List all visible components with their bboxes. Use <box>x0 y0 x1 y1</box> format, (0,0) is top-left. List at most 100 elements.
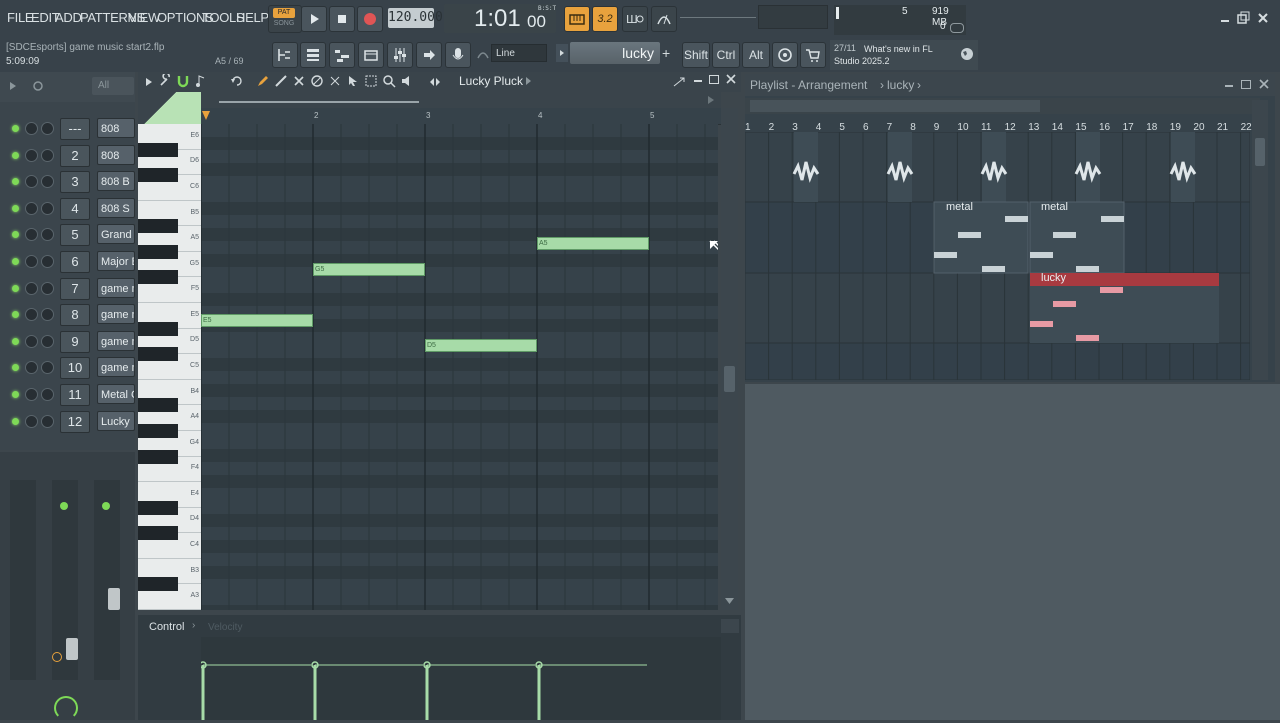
metronome-button[interactable] <box>651 6 677 32</box>
piano-keyboard[interactable]: E6 D6 C6 B5 A5 G5 F5 E5 D5 C5 B4 A4 G4 F4 E4 D4 C4 B3 A3 <box>138 124 201 610</box>
channel-row[interactable]: --- 808 <box>0 116 135 142</box>
channel-name-button[interactable]: 808 S <box>97 197 135 218</box>
clip-label-metal-1[interactable]: metal <box>946 201 973 213</box>
channel-row[interactable]: 7 game m <box>0 276 135 302</box>
stop-button[interactable] <box>329 6 355 32</box>
caret-right-icon[interactable] <box>8 81 18 91</box>
piano-black-key[interactable] <box>138 219 178 234</box>
mixer-knob[interactable] <box>54 696 78 720</box>
store-button[interactable] <box>800 42 826 68</box>
channel-volume-knob[interactable] <box>25 361 38 375</box>
playlist-overview[interactable] <box>745 98 1260 114</box>
piano-roll-button[interactable] <box>329 42 355 68</box>
piano-black-key[interactable] <box>138 449 178 464</box>
piano-roll-ruler[interactable]: 2 3 4 5 <box>201 108 721 125</box>
channel-volume-knob[interactable] <box>25 414 38 428</box>
channel-pan-knob[interactable] <box>41 148 54 162</box>
piano-black-key[interactable] <box>138 142 178 157</box>
channel-rack-button[interactable] <box>300 42 326 68</box>
mixer-led[interactable] <box>60 502 68 510</box>
channel-mute-led[interactable] <box>12 311 19 319</box>
control-scroll-button[interactable] <box>721 619 739 633</box>
headphones-icon[interactable] <box>476 48 490 62</box>
channel-name-button[interactable]: Major B <box>97 251 135 271</box>
channel-volume-knob[interactable] <box>25 122 38 135</box>
playlist-view-button[interactable] <box>272 42 298 68</box>
channel-volume-knob[interactable] <box>25 255 38 268</box>
channel-name-button[interactable]: Lucky <box>97 410 135 431</box>
brush-icon[interactable] <box>274 74 288 88</box>
channel-pan-knob[interactable] <box>41 201 54 215</box>
channel-mute-led[interactable] <box>12 178 19 186</box>
playlist-pattern[interactable]: lucky <box>887 78 914 92</box>
channel-mute-led[interactable] <box>12 204 19 212</box>
channel-volume-knob[interactable] <box>25 201 38 215</box>
channel-row[interactable]: 5 Grand <box>0 222 135 248</box>
channel-pan-knob[interactable] <box>41 334 54 348</box>
piano-black-key[interactable] <box>138 577 178 592</box>
note[interactable]: D5 <box>425 339 537 353</box>
ctrl-key-button[interactable]: Ctrl <box>712 42 740 68</box>
channel-row[interactable]: 4 808 S <box>0 196 135 222</box>
channel-row[interactable]: 11 Metal C <box>0 382 135 408</box>
channel-mute-led[interactable] <box>12 284 19 292</box>
menu-file[interactable]: FILE <box>7 10 34 25</box>
piano-black-key[interactable] <box>138 321 178 336</box>
mixer-button[interactable] <box>387 42 413 68</box>
news-panel[interactable]: 27/11 What's new in FL Studio 2025.2 <box>830 40 978 70</box>
pencil-icon[interactable] <box>256 74 270 88</box>
channel-pan-knob[interactable] <box>41 308 54 322</box>
channel-pan-knob[interactable] <box>41 255 54 268</box>
piano-black-key[interactable] <box>138 398 178 413</box>
channel-row[interactable]: 3 808 B <box>0 169 135 195</box>
playlist-overview-window[interactable] <box>750 100 1040 112</box>
mute-tool-icon[interactable] <box>310 74 324 88</box>
channel-row[interactable]: 12 Lucky <box>0 409 135 435</box>
plugin-picker-button[interactable] <box>416 42 442 68</box>
channel-mixer-number[interactable]: 11 <box>60 384 90 406</box>
channel-mute-led[interactable] <box>12 151 19 159</box>
channel-row[interactable]: 6 Major B <box>0 249 135 275</box>
channel-mute-led[interactable] <box>12 391 19 398</box>
channel-name-button[interactable]: game m <box>97 304 135 325</box>
playlist-track-row[interactable] <box>745 342 1250 380</box>
caret-right-icon[interactable] <box>706 94 716 106</box>
chevron-down-icon[interactable] <box>724 596 735 606</box>
note-icon[interactable] <box>194 74 208 88</box>
caret-right-icon[interactable] <box>524 76 534 86</box>
piano-black-key[interactable] <box>138 500 178 515</box>
clip-label-metal-2[interactable]: metal <box>1041 201 1068 213</box>
select-tool-icon[interactable] <box>346 74 360 88</box>
channel-mixer-number[interactable]: --- <box>60 118 90 140</box>
channel-mute-led[interactable] <box>12 417 19 425</box>
channel-name-button[interactable]: Metal C <box>97 384 135 404</box>
channel-mixer-number[interactable]: 5 <box>60 224 90 247</box>
snap-mode-select[interactable]: Line <box>491 44 547 62</box>
record-button[interactable] <box>357 6 383 32</box>
zoom-tool-icon[interactable] <box>364 74 378 88</box>
mixer-fader[interactable] <box>108 588 120 610</box>
menu-view[interactable]: VIEW <box>128 10 160 25</box>
playhead-marker-icon[interactable] <box>201 110 211 122</box>
channel-mixer-number[interactable]: 10 <box>60 357 90 380</box>
channel-name-button[interactable]: game m <box>97 357 135 378</box>
polyphony-toggle-icon[interactable] <box>950 23 964 33</box>
playlist-maximize-icon[interactable] <box>1241 80 1251 89</box>
alt-key-button[interactable]: Alt <box>742 42 770 68</box>
channel-mixer-number[interactable]: 3 <box>60 171 90 194</box>
caret-right-icon[interactable] <box>144 76 154 88</box>
channel-mixer-number[interactable]: 12 <box>60 410 90 433</box>
piano-black-key[interactable] <box>138 168 178 183</box>
channel-volume-knob[interactable] <box>25 281 38 295</box>
pattern-prev-button[interactable] <box>556 44 568 62</box>
shift-key-button[interactable]: Shift <box>682 42 710 68</box>
pat-song-toggle[interactable]: PAT SONG <box>268 5 302 33</box>
channel-mute-led[interactable] <box>12 337 19 345</box>
control-label[interactable]: Control <box>149 621 184 633</box>
channel-mute-led[interactable] <box>12 231 19 239</box>
channel-mute-led[interactable] <box>12 258 19 265</box>
record-audio-button[interactable] <box>445 42 471 68</box>
channel-volume-knob[interactable] <box>25 334 38 348</box>
mixer-record-arm[interactable] <box>52 652 62 662</box>
help-guide-button[interactable] <box>772 42 798 68</box>
